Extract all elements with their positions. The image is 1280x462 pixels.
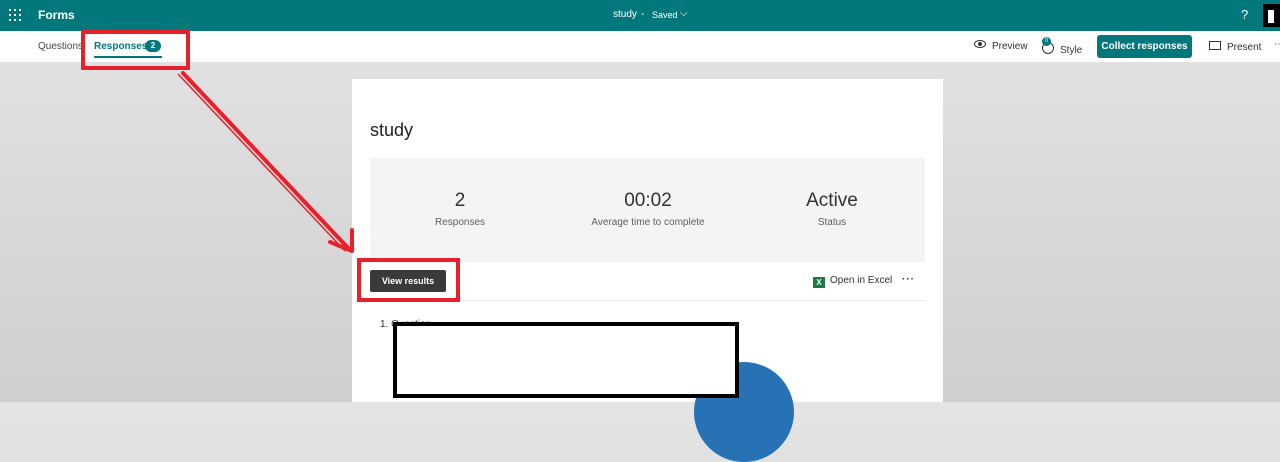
stat-responses: 2 Responses	[370, 190, 550, 228]
title-separator: -	[641, 9, 645, 20]
save-status: Saved	[652, 10, 678, 20]
app-name[interactable]: Forms	[38, 8, 75, 22]
present-button[interactable]: Present	[1209, 41, 1261, 53]
command-bar: Questions Responses 2 Preview Style 0 Co…	[0, 31, 1280, 62]
top-app-bar: Forms study - Saved ⌵ ?	[0, 0, 1280, 31]
stat-value: 00:02	[624, 190, 672, 211]
stat-label: Status	[817, 217, 847, 228]
stat-value: 2	[454, 190, 466, 211]
open-in-excel-link[interactable]: X Open in Excel	[813, 275, 893, 288]
stat-status: Active Status	[742, 190, 922, 228]
stat-value: Active	[806, 190, 858, 211]
stat-label: Average time to complete	[591, 217, 705, 228]
present-label: Present	[1227, 42, 1262, 53]
redaction-box	[393, 322, 739, 398]
tab-questions[interactable]: Questions	[38, 41, 83, 52]
preview-label: Preview	[992, 41, 1028, 52]
eye-icon	[974, 40, 986, 48]
chevron-down-icon[interactable]: ⌵	[680, 8, 688, 19]
style-badge: 0	[1042, 37, 1051, 46]
document-title[interactable]: study	[613, 9, 637, 20]
stat-label: Responses	[434, 217, 486, 228]
style-label: Style	[1060, 45, 1083, 56]
help-icon[interactable]: ?	[1241, 7, 1248, 22]
annotation-box-responses-tab	[81, 30, 190, 70]
monitor-icon	[1209, 41, 1221, 50]
open-in-excel-label: Open in Excel	[830, 275, 893, 286]
collect-responses-button[interactable]: Collect responses	[1097, 35, 1192, 58]
more-options-icon[interactable]: ···	[902, 274, 915, 285]
form-title: study	[370, 120, 414, 140]
account-avatar[interactable]	[1263, 4, 1280, 27]
summary-stats: 2 Responses 00:02 Average time to comple…	[370, 158, 925, 262]
more-options-icon[interactable]: ⋯	[1274, 39, 1280, 50]
annotation-box-view-results	[357, 258, 460, 302]
excel-icon: X	[813, 277, 825, 288]
preview-button[interactable]: Preview	[974, 40, 1028, 52]
waffle-icon[interactable]	[9, 9, 21, 21]
stat-average-time: 00:02 Average time to complete	[558, 190, 738, 228]
